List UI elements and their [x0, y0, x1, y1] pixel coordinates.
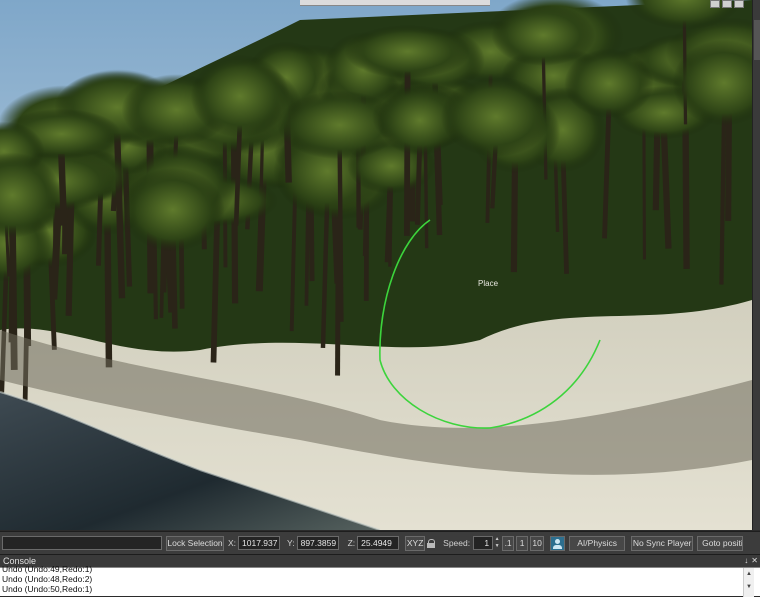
viewport-scrollbar[interactable] — [752, 0, 760, 530]
window-button[interactable] — [734, 0, 744, 8]
console-line: Undo (Undo:48,Redo:2) — [2, 574, 732, 584]
xyz-button[interactable]: XYZ — [405, 536, 425, 551]
speed-label: Speed: — [443, 538, 470, 548]
speed-stepper[interactable]: ▲▼ — [494, 536, 500, 550]
command-input[interactable] — [2, 536, 162, 550]
palm-canopy — [491, 4, 595, 65]
no-sync-player-button[interactable]: No Sync Player — [631, 536, 693, 551]
window-button[interactable] — [722, 0, 732, 8]
palm-canopy — [441, 76, 551, 156]
top-panel-edge — [300, 0, 490, 6]
place-cursor-label: Place — [478, 279, 498, 288]
y-label: Y: — [287, 538, 295, 548]
console-output[interactable]: Undo (Undo:49,Redo:1) Undo (Undo:48,Redo… — [0, 567, 760, 596]
ai-physics-button[interactable]: AI/Physics — [569, 536, 625, 551]
palm-trunk — [340, 145, 342, 322]
speed-10-button[interactable]: 10 — [530, 536, 544, 551]
lock-selection-button[interactable]: Lock Selection — [166, 536, 224, 551]
goto-position-button[interactable]: Goto positi — [697, 536, 743, 551]
palm-trunk — [213, 221, 217, 362]
x-coordinate-field[interactable]: 1017.937 — [238, 536, 280, 550]
palm-trunk — [107, 214, 109, 368]
pin-icon[interactable]: ↓ — [744, 556, 748, 565]
palm-canopy — [564, 49, 653, 118]
console-scrollbar[interactable]: ▲▼ — [743, 568, 754, 597]
3d-viewport[interactable]: Place — [0, 0, 752, 530]
palm-trunk — [721, 103, 724, 285]
z-label: Z: — [348, 538, 356, 548]
scrollbar-thumb[interactable] — [754, 20, 760, 60]
lock-icon[interactable] — [427, 539, 435, 548]
palm-canopy — [121, 168, 225, 252]
ai-physics-icon[interactable] — [550, 536, 565, 551]
status-toolbar: Lock Selection X: 1017.937 Y: 897.3859 Z… — [0, 531, 760, 554]
window-button[interactable] — [710, 0, 720, 8]
z-coordinate-field[interactable]: 25.4949 — [357, 536, 399, 550]
window-controls[interactable] — [710, 0, 752, 7]
palm-trunk — [61, 154, 63, 226]
palm-trunk — [69, 195, 72, 315]
palm-canopy — [191, 55, 290, 138]
close-icon[interactable]: ✕ — [751, 556, 758, 565]
palm-canopy — [345, 25, 471, 78]
console-line: Undo (Undo:49,Redo:1) — [2, 564, 732, 574]
speed-0-1-button[interactable]: .1 — [502, 536, 514, 551]
scene-render — [0, 0, 752, 530]
speed-field[interactable]: 1 — [473, 536, 493, 550]
console-line: Undo (Undo:50,Redo:1) — [2, 584, 732, 594]
y-coordinate-field[interactable]: 897.3859 — [297, 536, 339, 550]
speed-1-button[interactable]: 1 — [516, 536, 528, 551]
x-label: X: — [228, 538, 236, 548]
palm-trunk — [390, 186, 391, 267]
